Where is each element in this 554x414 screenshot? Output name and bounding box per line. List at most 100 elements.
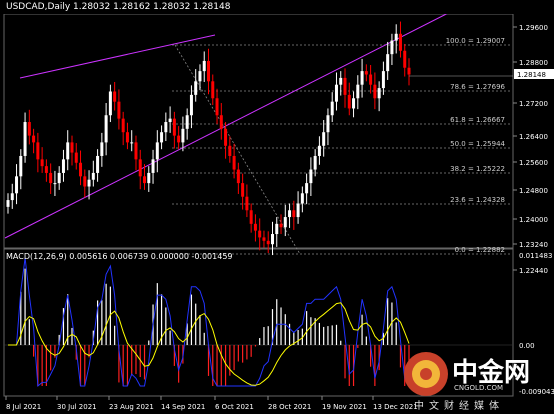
bear-candle [138,159,142,177]
bull-candle [305,183,309,194]
bull-candle [10,193,14,201]
bear-candle [134,142,138,160]
bull-candle [66,142,70,160]
watermark-sub: CNGOLD.COM [454,384,504,392]
bear-candle [121,118,125,133]
bear-candle [407,67,411,75]
bull-candle [96,155,100,173]
bear-candle [113,91,117,102]
fib-label: 61.8 = 1.26667 [450,116,505,124]
bull-candle [313,155,317,170]
ohlc-readout: 1.28032 1.28162 1.28032 1.28148 [73,2,231,12]
bear-candle [373,84,377,99]
bear-candle [369,74,373,85]
fib-label: 100.0 = 1.29007 [446,37,505,45]
bull-candle [6,200,10,207]
bull-candle [352,98,356,109]
bear-candle [70,142,74,153]
bear-candle [172,118,176,136]
bear-candle [347,94,351,109]
price-tick-label: 1.24000 [519,216,548,224]
bear-candle [49,172,53,184]
bull-candle [108,91,112,116]
bull-candle [198,71,202,82]
bull-candle [61,159,65,173]
bull-candle [202,60,206,72]
price-tick-label: 1.28800 [519,59,548,67]
bear-candle [398,33,402,51]
bear-candle [228,145,232,156]
bear-candle [44,166,48,173]
bull-candle [19,155,23,177]
bear-candle [266,240,270,245]
cngold-logo-icon [404,352,448,396]
bull-candle [377,88,381,99]
bear-candle [279,223,283,228]
bear-candle [241,183,245,197]
bull-candle [339,77,343,85]
bull-candle [155,142,159,160]
bull-candle [326,115,330,133]
date-tick-label: 6 Oct 2021 [215,403,254,411]
bull-candle [168,118,172,123]
bull-candle [87,179,91,187]
date-tick-label: 14 Sep 2021 [161,403,205,411]
bull-candle [317,145,321,156]
price-tick-label: 1.23240 [519,241,548,249]
bear-candle [207,60,210,82]
bear-candle [249,210,253,224]
bull-candle [296,203,300,218]
price-tick-label: 1.26400 [519,133,548,141]
bear-candle [117,101,121,119]
bear-candle [403,50,407,68]
bear-candle [253,223,257,231]
bull-candle [104,115,108,143]
bull-candle [334,84,338,102]
fib-label: 0.0 = 1.22882 [455,246,505,254]
bull-candle [394,33,398,41]
watermark: 中金网 CNGOLD.COM 中文财经媒体 [396,340,554,414]
bull-candle [322,132,326,146]
bear-candle [143,176,147,184]
bull-candle [288,210,292,218]
bear-candle [292,210,296,218]
bull-candle [194,81,198,95]
bull-candle [185,115,189,129]
bear-candle [245,196,249,211]
bull-candle [164,122,168,133]
current-price-label: 1.28148 [517,71,546,79]
bear-candle [36,142,40,160]
bull-candle [130,142,134,144]
bull-candle [275,223,279,235]
bear-candle [211,81,215,99]
bear-candle [219,115,223,129]
price-tick-label: 1.27200 [519,100,548,108]
bull-candle [360,71,364,85]
bear-candle [364,71,368,75]
bear-candle [83,176,87,187]
chart-header: USDCAD,Daily 1.28032 1.28162 1.28032 1.2… [0,0,554,14]
bear-candle [79,162,83,177]
bull-candle [160,132,164,143]
bull-candle [147,172,151,184]
bull-candle [283,217,287,228]
bull-candle [15,176,19,194]
bull-candle [309,169,313,184]
fib-label: 38.2 = 1.25222 [450,165,505,173]
bull-candle [151,159,155,173]
date-tick-label: 23 Aug 2021 [109,403,154,411]
bull-candle [23,122,27,156]
bull-candle [181,128,185,143]
bull-candle [53,183,57,185]
symbol-title[interactable]: USDCAD,Daily [6,2,70,12]
bear-candle [215,98,219,116]
fib-label: 78.6 = 1.27696 [450,83,505,91]
price-tick-label: 1.24800 [519,187,548,195]
date-tick-label: 19 Nov 2021 [322,403,367,411]
macd-tick-label: 0.011483 [519,252,552,260]
bear-candle [232,155,236,170]
bull-candle [100,142,104,156]
bear-candle [74,152,78,163]
bull-candle [356,84,360,99]
bull-candle [91,172,95,180]
